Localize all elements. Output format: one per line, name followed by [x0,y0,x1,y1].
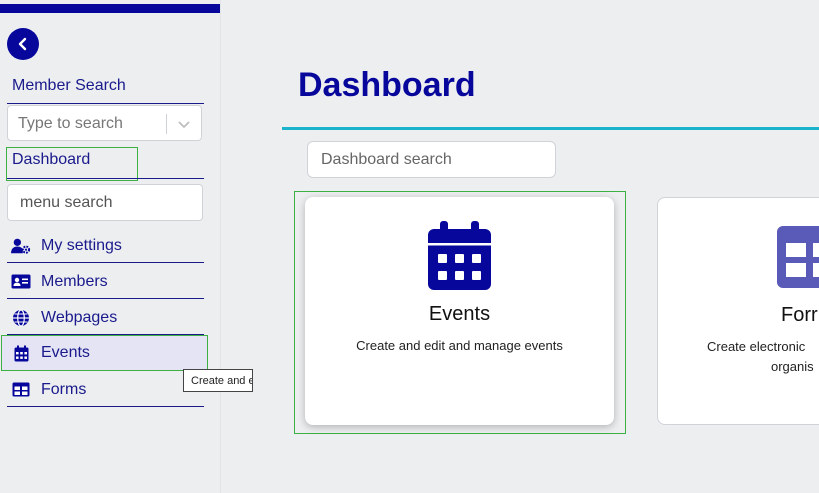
calendar-icon [428,221,491,290]
sidebar-item-events[interactable]: Events [1,335,208,371]
chevron-down-icon[interactable] [176,116,192,132]
sidebar-item-forms[interactable]: Forms [7,373,204,407]
select-separator [166,114,167,134]
dashboard-search-input[interactable] [307,141,556,178]
table-icon [11,380,31,400]
card-description: Create electronic organis [707,337,814,377]
events-card[interactable]: Events Create and edit and manage events [305,197,614,425]
card-title: Events [428,303,491,325]
user-gear-icon [11,236,31,256]
card-description-line: organis [771,359,814,374]
sidebar-item-members[interactable]: Members [7,265,204,299]
menu-search-input[interactable] [7,184,203,221]
title-underline [282,127,819,130]
member-search-placeholder: Type to search [18,115,123,132]
globe-icon [11,308,31,328]
events-tooltip: Create and e [183,369,253,392]
page-title: Dashboard [298,66,476,104]
id-card-icon [11,272,31,292]
card-description-line: Create electronic [707,339,806,354]
calendar-icon [11,343,31,363]
sidebar: Member Search Type to search Dashboard M… [0,0,221,493]
back-button[interactable] [7,28,39,60]
table-icon [777,226,819,288]
sidebar-item-my-settings[interactable]: My settings [7,229,204,263]
card-title: Forr [781,304,818,326]
chevron-left-icon [18,37,27,51]
member-search-select[interactable]: Type to search [7,105,202,141]
divider [7,178,204,179]
member-search-label: Member Search [12,77,126,94]
card-description: Create and edit and manage events [356,338,563,353]
sidebar-top-bar [0,4,220,13]
sidebar-item-label: Events [41,344,90,361]
sidebar-item-label: Webpages [41,308,118,326]
dashboard-highlight [6,147,138,181]
forms-card[interactable]: Forr Create electronic organis [657,197,819,425]
sidebar-item-webpages[interactable]: Webpages [7,301,204,335]
sidebar-item-label: Forms [41,380,87,398]
divider [7,103,204,104]
sidebar-item-label: My settings [41,236,122,254]
sidebar-item-label: Members [41,272,108,290]
